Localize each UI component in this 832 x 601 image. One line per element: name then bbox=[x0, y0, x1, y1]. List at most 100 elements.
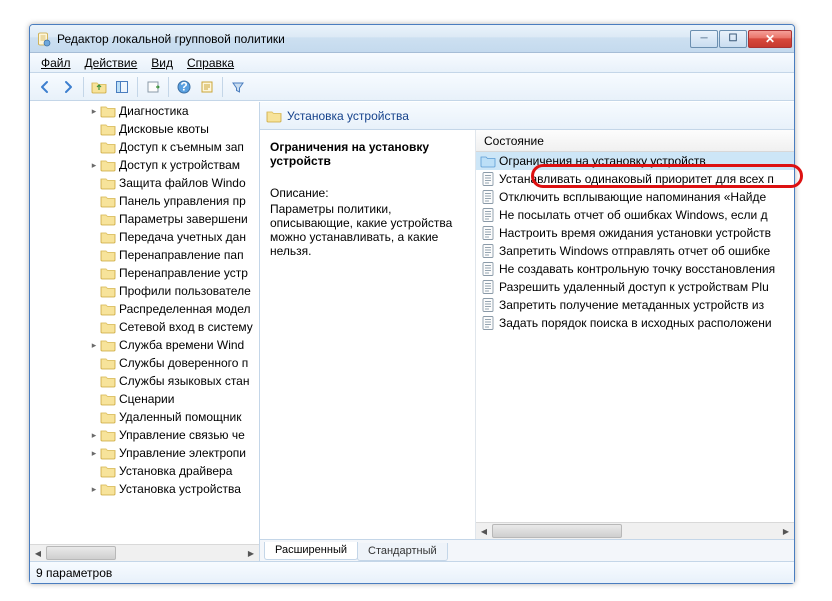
folder-icon bbox=[100, 140, 116, 154]
tree-item[interactable]: Доступ к съемным зап bbox=[30, 138, 259, 156]
folder-icon bbox=[100, 158, 116, 172]
scroll-thumb[interactable] bbox=[492, 524, 622, 538]
tree-item[interactable]: ▸Установка устройства bbox=[30, 480, 259, 498]
tree-item[interactable]: Установка драйвера bbox=[30, 462, 259, 480]
up-folder-button[interactable] bbox=[88, 76, 110, 98]
tree-item-label: Управление электропи bbox=[119, 446, 246, 460]
tree-item[interactable]: ▸ Доступ к устройствам bbox=[30, 156, 259, 174]
list-item[interactable]: Ограничения на установку устройств bbox=[476, 152, 794, 170]
policy-icon bbox=[480, 189, 496, 205]
policy-icon bbox=[480, 297, 496, 313]
titlebar[interactable]: Редактор локальной групповой политики ─ … bbox=[30, 25, 794, 53]
menu-action[interactable]: Действие bbox=[78, 54, 145, 72]
list-item[interactable]: Настроить время ожидания установки устро… bbox=[476, 224, 794, 242]
tree-item[interactable]: Параметры завершени bbox=[30, 210, 259, 228]
window-title: Редактор локальной групповой политики bbox=[57, 32, 689, 46]
maximize-button[interactable]: ☐ bbox=[719, 30, 747, 48]
folder-icon bbox=[100, 212, 116, 226]
folder-icon bbox=[100, 356, 116, 370]
tree-item[interactable]: Службы языковых стан bbox=[30, 372, 259, 390]
menu-view[interactable]: Вид bbox=[144, 54, 180, 72]
export-list-button[interactable] bbox=[142, 76, 164, 98]
tree-h-scrollbar[interactable]: ◀ ▶ bbox=[30, 544, 259, 561]
minimize-button[interactable]: ─ bbox=[690, 30, 718, 48]
tree-item[interactable]: Сетевой вход в систему bbox=[30, 318, 259, 336]
tree-item[interactable]: ▸ Служба времени Wind bbox=[30, 336, 259, 354]
tree-item[interactable]: ▸ Диагностика bbox=[30, 102, 259, 120]
scroll-right-icon[interactable]: ▶ bbox=[778, 523, 794, 539]
tree-item-label: Установка драйвера bbox=[119, 464, 232, 478]
tree-item[interactable]: Защита файлов Windo bbox=[30, 174, 259, 192]
folder-icon bbox=[100, 338, 116, 352]
tree-item[interactable]: ▸ Управление электропи bbox=[30, 444, 259, 462]
tab-extended[interactable]: Расширенный bbox=[264, 542, 358, 560]
policy-icon bbox=[480, 315, 496, 331]
list-item[interactable]: Разрешить удаленный доступ к устройствам… bbox=[476, 278, 794, 296]
scroll-left-icon[interactable]: ◀ bbox=[30, 545, 46, 561]
expand-arrow-icon[interactable]: ▸ bbox=[88, 430, 100, 441]
menu-file[interactable]: Файл bbox=[34, 54, 78, 72]
toolbar: ? bbox=[30, 73, 794, 101]
expand-arrow-icon[interactable]: ▸ bbox=[88, 160, 100, 171]
list-body[interactable]: Ограничения на установку устройствУстана… bbox=[476, 152, 794, 522]
menu-help[interactable]: Справка bbox=[180, 54, 241, 72]
tree-pane: ▸ Диагностика Дисковые квотыДоступ к съемн… bbox=[30, 102, 260, 561]
list-item-label: Настроить время ожидания установки устро… bbox=[499, 226, 771, 240]
tree-scroll[interactable]: ▸ Диагностика Дисковые квотыДоступ к съемн… bbox=[30, 102, 259, 544]
expand-arrow-icon[interactable]: ▸ bbox=[88, 484, 100, 495]
policy-icon bbox=[480, 225, 496, 241]
tree-item[interactable]: Перенаправление пап bbox=[30, 246, 259, 264]
scroll-right-icon[interactable]: ▶ bbox=[243, 545, 259, 561]
svg-text:?: ? bbox=[180, 80, 187, 94]
menubar: Файл Действие Вид Справка bbox=[30, 53, 794, 73]
scroll-left-icon[interactable]: ◀ bbox=[476, 523, 492, 539]
tree-item[interactable]: Дисковые квоты bbox=[30, 120, 259, 138]
tree-item[interactable]: Перенаправление устр bbox=[30, 264, 259, 282]
tree-item[interactable]: Профили пользователе bbox=[30, 282, 259, 300]
tree-item-label: Распределенная модел bbox=[119, 302, 251, 316]
list-item[interactable]: Не посылать отчет об ошибках Windows, ес… bbox=[476, 206, 794, 224]
tree-item-label: Параметры завершени bbox=[119, 212, 248, 226]
help-button[interactable]: ? bbox=[173, 76, 195, 98]
scroll-thumb[interactable] bbox=[46, 546, 116, 560]
list-h-scrollbar[interactable]: ◀ ▶ bbox=[476, 522, 794, 539]
tree-item[interactable]: Службы доверенного п bbox=[30, 354, 259, 372]
tree-item[interactable]: Сценарии bbox=[30, 390, 259, 408]
forward-button[interactable] bbox=[57, 76, 79, 98]
list-item[interactable]: Не создавать контрольную точку восстанов… bbox=[476, 260, 794, 278]
folder-icon bbox=[100, 374, 116, 388]
folder-icon bbox=[100, 302, 116, 316]
tree-item-label: Панель управления пр bbox=[119, 194, 246, 208]
tree-item-label: Перенаправление пап bbox=[119, 248, 244, 262]
close-button[interactable]: ✕ bbox=[748, 30, 792, 48]
filter-button[interactable] bbox=[227, 76, 249, 98]
tree-item[interactable]: Панель управления пр bbox=[30, 192, 259, 210]
description-pane: Ограничения на установку устройств Описа… bbox=[260, 130, 476, 539]
list-item-label: Запретить получение метаданных устройств… bbox=[499, 298, 764, 312]
tree-item-label: Служба времени Wind bbox=[119, 338, 244, 352]
list-item-label: Задать порядок поиска в исходных располо… bbox=[499, 316, 772, 330]
expand-arrow-icon[interactable]: ▸ bbox=[88, 448, 100, 459]
tree-item-label: Сценарии bbox=[119, 392, 174, 406]
tab-standard[interactable]: Стандартный bbox=[357, 543, 448, 561]
list-item[interactable]: Запретить Windows отправлять отчет об ош… bbox=[476, 242, 794, 260]
list-item[interactable]: Запретить получение метаданных устройств… bbox=[476, 296, 794, 314]
tree-item[interactable]: Передача учетных дан bbox=[30, 228, 259, 246]
expand-arrow-icon[interactable]: ▸ bbox=[88, 106, 100, 117]
tree-item[interactable]: Удаленный помощник bbox=[30, 408, 259, 426]
show-hide-tree-button[interactable] bbox=[111, 76, 133, 98]
folder-icon bbox=[480, 153, 496, 169]
list-item[interactable]: Устанавливать одинаковый приоритет для в… bbox=[476, 170, 794, 188]
tree-item-label: Диагностика bbox=[119, 104, 189, 118]
tree-item[interactable]: ▸Управление связью че bbox=[30, 426, 259, 444]
tree-item[interactable]: Распределенная модел bbox=[30, 300, 259, 318]
list-item[interactable]: Отключить всплывающие напоминания «Найде bbox=[476, 188, 794, 206]
description-label: Описание: bbox=[270, 186, 465, 200]
tree-item-label: Доступ к устройствам bbox=[119, 158, 240, 172]
app-icon bbox=[36, 31, 52, 47]
expand-arrow-icon[interactable]: ▸ bbox=[88, 340, 100, 351]
list-column-header[interactable]: Состояние bbox=[476, 130, 794, 152]
back-button[interactable] bbox=[34, 76, 56, 98]
properties-button[interactable] bbox=[196, 76, 218, 98]
list-item[interactable]: Задать порядок поиска в исходных располо… bbox=[476, 314, 794, 332]
